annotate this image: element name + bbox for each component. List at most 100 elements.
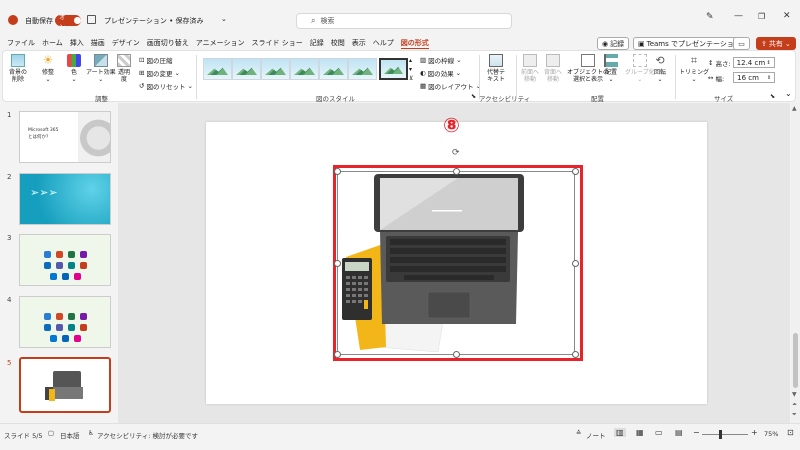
autosave-toggle[interactable]: オン [55, 13, 81, 31]
size-dialog-launcher-icon[interactable]: ⬊ [770, 93, 775, 100]
arrange-group-label: 配置 [591, 95, 604, 103]
picture-style-4[interactable] [290, 58, 319, 80]
zoom-slider-thumb[interactable] [719, 430, 722, 439]
remove-background-button[interactable]: 背景の 削除 [9, 54, 27, 83]
next-slide-icon[interactable]: ⏷ [792, 411, 797, 419]
rotate-button[interactable]: ⟲ 回転 ⌄ [653, 54, 667, 83]
slide-thumbnail-4[interactable] [19, 296, 111, 348]
scrollbar-thumb[interactable] [793, 333, 798, 388]
teams-present-button[interactable]: ▣ Teams でプレゼンテーション [633, 37, 746, 50]
fit-slide-icon[interactable]: ⊡ [787, 428, 794, 437]
selected-picture[interactable] [337, 171, 575, 355]
zoom-out-icon[interactable]: − [693, 428, 700, 437]
styles-dialog-launcher-icon[interactable]: ⬊ [471, 93, 476, 100]
tab-help[interactable]: ヘルプ [373, 38, 394, 48]
resize-handle-top-left[interactable] [334, 168, 341, 175]
styles-scroll-down-icon[interactable]: ▾ [409, 66, 412, 73]
selection-pane-button[interactable]: オブジェクトの 選択と表示 [567, 54, 609, 83]
tab-picture-format[interactable]: 図の形式 [400, 38, 429, 49]
save-icon[interactable] [87, 15, 96, 24]
close-icon[interactable]: ✕ [783, 11, 791, 21]
accessibility-status[interactable]: アクセシビリティ: 検討が必要です [97, 430, 198, 440]
width-spinner-icon[interactable]: ⇕ [767, 75, 771, 81]
slide-thumbnail-5[interactable] [19, 357, 111, 413]
tab-draw[interactable]: 描画 [91, 38, 105, 48]
align-button[interactable]: 配置 ⌄ [604, 54, 618, 83]
ribbon-collapse-icon[interactable]: ⌄ [785, 89, 792, 98]
scroll-up-icon[interactable]: ▲ [792, 105, 797, 112]
slide-thumbnail-2[interactable]: ➢➢➢ [19, 173, 111, 225]
picture-style-2[interactable] [232, 58, 261, 80]
tab-review[interactable]: 校閲 [331, 38, 345, 48]
alt-text-button[interactable]: 代替テ キスト [487, 54, 505, 83]
width-input[interactable]: 16 cm ⇕ [733, 72, 776, 83]
scroll-down-icon[interactable]: ▼ [792, 391, 797, 398]
slide-sorter-icon[interactable]: ▦ [636, 428, 644, 437]
notes-icon[interactable]: ≙ [576, 429, 581, 437]
resize-handle-bottom[interactable] [453, 351, 460, 358]
prev-slide-icon[interactable]: ⏶ [792, 401, 797, 409]
reading-view-icon[interactable]: ▭ [655, 428, 663, 437]
picture-style-3[interactable] [261, 58, 290, 80]
transparency-button[interactable]: 透明 度 [117, 54, 131, 83]
reset-picture-button[interactable]: ↺ 図のリセット ⌄ [139, 81, 193, 91]
tab-record[interactable]: 記録 [310, 38, 324, 48]
pen-icon[interactable]: ✎ [706, 12, 714, 22]
picture-layout-button[interactable]: ▦図のレイアウト⌄ [420, 81, 481, 91]
slideshow-icon[interactable]: ▤ [675, 428, 683, 437]
accessibility-icon[interactable]: ♿ [88, 429, 94, 437]
tab-insert[interactable]: 挿入 [70, 38, 84, 48]
group-button[interactable]: グループ化 ⌄ [625, 54, 655, 83]
minimize-icon[interactable]: — [734, 11, 743, 21]
slide-thumbnail-3[interactable] [19, 234, 111, 286]
tab-view[interactable]: 表示 [352, 38, 366, 48]
resize-handle-top[interactable] [453, 168, 460, 175]
rotate-handle-icon[interactable]: ⟳ [452, 148, 460, 158]
picture-style-1[interactable] [203, 58, 232, 80]
normal-view-icon[interactable]: ▥ [614, 428, 626, 437]
corrections-button[interactable]: ☀ 修整 ⌄ [41, 54, 55, 84]
change-picture-button[interactable]: ⊞ 図の変更 ⌄ [139, 68, 180, 78]
share-button[interactable]: ⇪ 共有 ⌄ [756, 37, 796, 50]
tab-design[interactable]: デザイン [112, 38, 140, 48]
height-input[interactable]: 12.4 cm ⇕ [732, 57, 775, 68]
slide-thumbnail-1[interactable]: Microsoft 365 とは何か？ [19, 111, 111, 163]
zoom-in-icon[interactable]: + [751, 428, 758, 437]
title-chevron-down-icon[interactable]: ⌄ [221, 15, 227, 23]
zoom-slider-track[interactable] [702, 434, 748, 435]
crop-button[interactable]: ⌗ トリミング ⌄ [679, 54, 709, 83]
picture-style-5[interactable] [319, 58, 348, 80]
notes-button[interactable]: ノート [586, 430, 606, 440]
tab-home[interactable]: ホーム [42, 38, 63, 48]
styles-more-icon[interactable]: ⊻ [409, 75, 413, 82]
picture-style-7[interactable] [379, 58, 408, 80]
comments-button[interactable]: ▭ [733, 37, 750, 50]
picture-style-6[interactable] [348, 58, 377, 80]
tab-animations[interactable]: アニメーション [196, 38, 245, 48]
search-box[interactable]: ⌕ 検索 [296, 13, 512, 29]
language[interactable]: 日本語 [60, 430, 80, 440]
compress-pictures-button[interactable]: ⊡ 図の圧縮 [139, 55, 172, 65]
vertical-scrollbar[interactable]: ▲ ▼ ⏶ ⏷ [791, 103, 800, 423]
artistic-effects-button[interactable]: アート効果 ⌄ [86, 54, 116, 83]
height-spinner-icon[interactable]: ⇕ [766, 60, 770, 66]
spell-check-icon[interactable]: ▢ [48, 429, 54, 437]
restore-icon[interactable]: ❐ [758, 12, 765, 21]
record-button[interactable]: ◉ 記録 [597, 37, 630, 50]
document-title[interactable]: プレゼンテーション • 保存済み [104, 16, 203, 26]
tab-slideshow[interactable]: スライド ショー [252, 38, 303, 48]
tab-transitions[interactable]: 画面切り替え [147, 38, 189, 48]
resize-handle-top-right[interactable] [572, 168, 579, 175]
resize-handle-right[interactable] [572, 260, 579, 267]
send-backward-button[interactable]: 背面へ 移動 [544, 54, 562, 83]
resize-handle-bottom-right[interactable] [572, 351, 579, 358]
picture-border-button[interactable]: ▨ 図の枠線 ⌄ [420, 55, 462, 65]
tab-file[interactable]: ファイル [7, 38, 35, 48]
resize-handle-bottom-left[interactable] [334, 351, 341, 358]
bring-forward-button[interactable]: 前面へ 移動 [521, 54, 539, 83]
color-button[interactable]: 色 ⌄ [67, 54, 81, 83]
resize-handle-left[interactable] [334, 260, 341, 267]
zoom-level[interactable]: 75% [764, 430, 778, 438]
styles-scroll-up-icon[interactable]: ▴ [409, 57, 412, 64]
picture-effects-button[interactable]: ◐ 図の効果 ⌄ [420, 68, 461, 78]
